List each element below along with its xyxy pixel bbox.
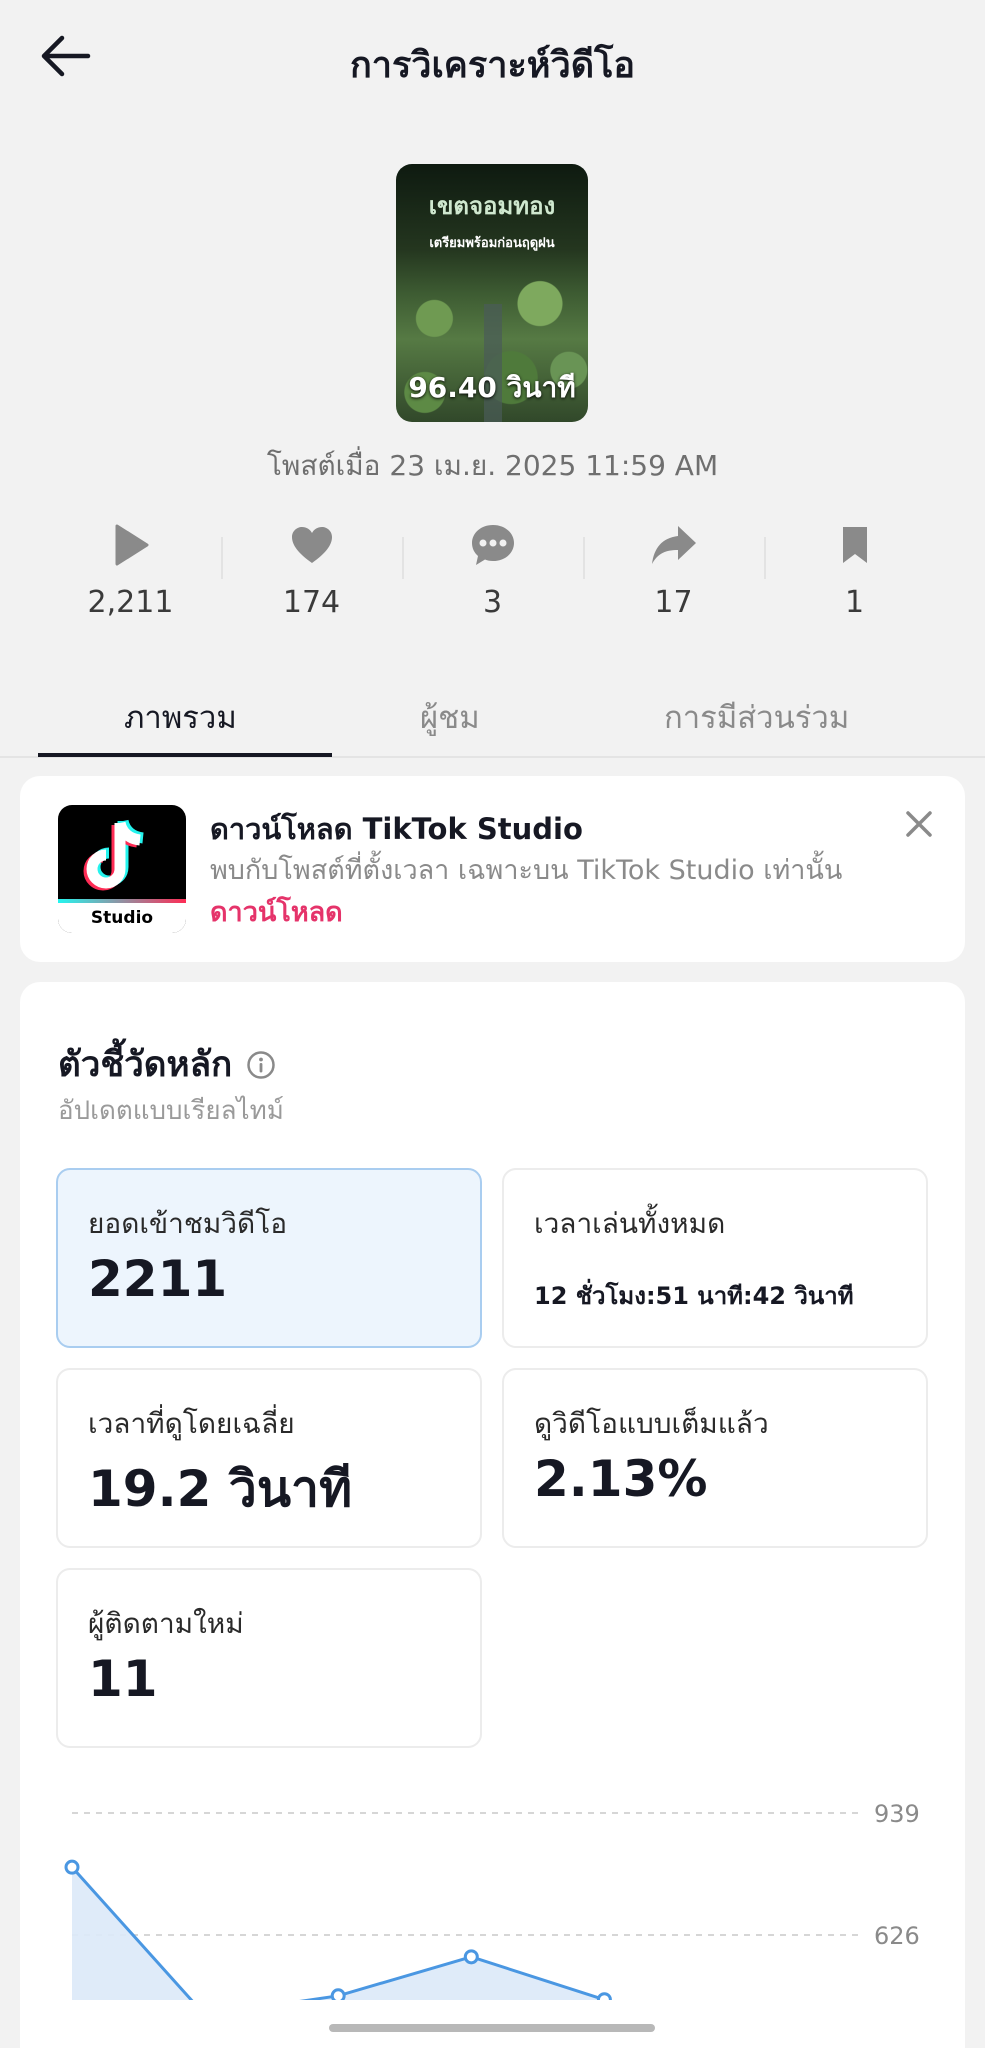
top-bar: การวิเคราะห์วิดีโอ [0, 0, 985, 115]
stat-saves-value: 1 [844, 585, 865, 620]
stat-shares: 17 [583, 515, 764, 635]
promo-title: ดาวน์โหลด TikTok Studio [210, 812, 583, 846]
chart-point [463, 1949, 479, 1965]
app-icon-label: Studio [58, 899, 186, 933]
chart-point [330, 1988, 346, 2000]
views-trend-chart: 939 626 [64, 1800, 920, 2000]
close-promo-button[interactable] [901, 806, 937, 842]
tiktok-studio-promo-card: Studio ดาวน์โหลด TikTok Studio พบกับโพสต… [20, 776, 965, 962]
stat-likes: 174 [221, 515, 402, 635]
promo-download-link[interactable]: ดาวน์โหลด [210, 897, 343, 928]
play-icon [115, 524, 148, 566]
stat-likes-value: 174 [282, 585, 341, 620]
video-thumbnail[interactable]: เขตจอมทอง เตรียมพร้อมก่อนฤดูฝน 96.40 วิน… [396, 164, 588, 422]
active-tab-indicator [38, 753, 332, 757]
tab-overview[interactable]: ภาพรวม [124, 692, 237, 742]
stat-shares-value: 17 [654, 585, 693, 620]
stat-comments: 3 [402, 515, 583, 635]
chart-tick-label: 626 [874, 1922, 920, 1950]
key-metrics-card: ตัวชี้วัดหลัก อัปเดตแบบเรียลไทม์ ยอดเข้า… [20, 982, 965, 2048]
posted-date: โพสต์เมื่อ 23 เม.ย. 2025 11:59 AM [266, 449, 719, 482]
close-icon [906, 811, 932, 837]
tiktok-logo-icon [83, 819, 144, 891]
chart-area [72, 1867, 605, 2000]
tab-engagement[interactable]: การมีส่วนร่วม [664, 692, 849, 742]
promo-description: พบกับโพสต์ที่ตั้งเวลา เฉพาะบน TikTok Stu… [210, 850, 860, 934]
bookmark-icon [842, 527, 867, 563]
stat-saves: 1 [764, 515, 945, 635]
thumbnail-title: เขตจอมทอง [428, 192, 556, 220]
heart-icon [291, 527, 332, 563]
chart-point [596, 1992, 612, 2000]
stat-comments-value: 3 [482, 585, 503, 620]
chart-point [64, 1859, 80, 1875]
comment-icon [471, 525, 514, 565]
video-stats-row: 2,211 174 3 17 1 [40, 515, 945, 635]
stat-views-value: 2,211 [87, 585, 174, 620]
tiktok-studio-app-icon: Studio [58, 805, 186, 933]
share-icon [651, 526, 696, 564]
tab-bar: ภาพรวม ผู้ชม การมีส่วนร่วม [0, 678, 985, 758]
promo-description-text: พบกับโพสต์ที่ตั้งเวลา เฉพาะบน TikTok Stu… [210, 855, 843, 886]
video-duration: 96.40 วินาที [408, 371, 576, 404]
home-indicator [329, 2024, 655, 2032]
page-title: การวิเคราะห์วิดีโอ [349, 45, 636, 86]
tab-audience[interactable]: ผู้ชม [420, 692, 480, 742]
chart-tick-label: 939 [874, 1800, 920, 1828]
thumbnail-subtitle: เตรียมพร้อมก่อนฤดูฝน [429, 236, 555, 251]
stat-views: 2,211 [40, 515, 221, 635]
